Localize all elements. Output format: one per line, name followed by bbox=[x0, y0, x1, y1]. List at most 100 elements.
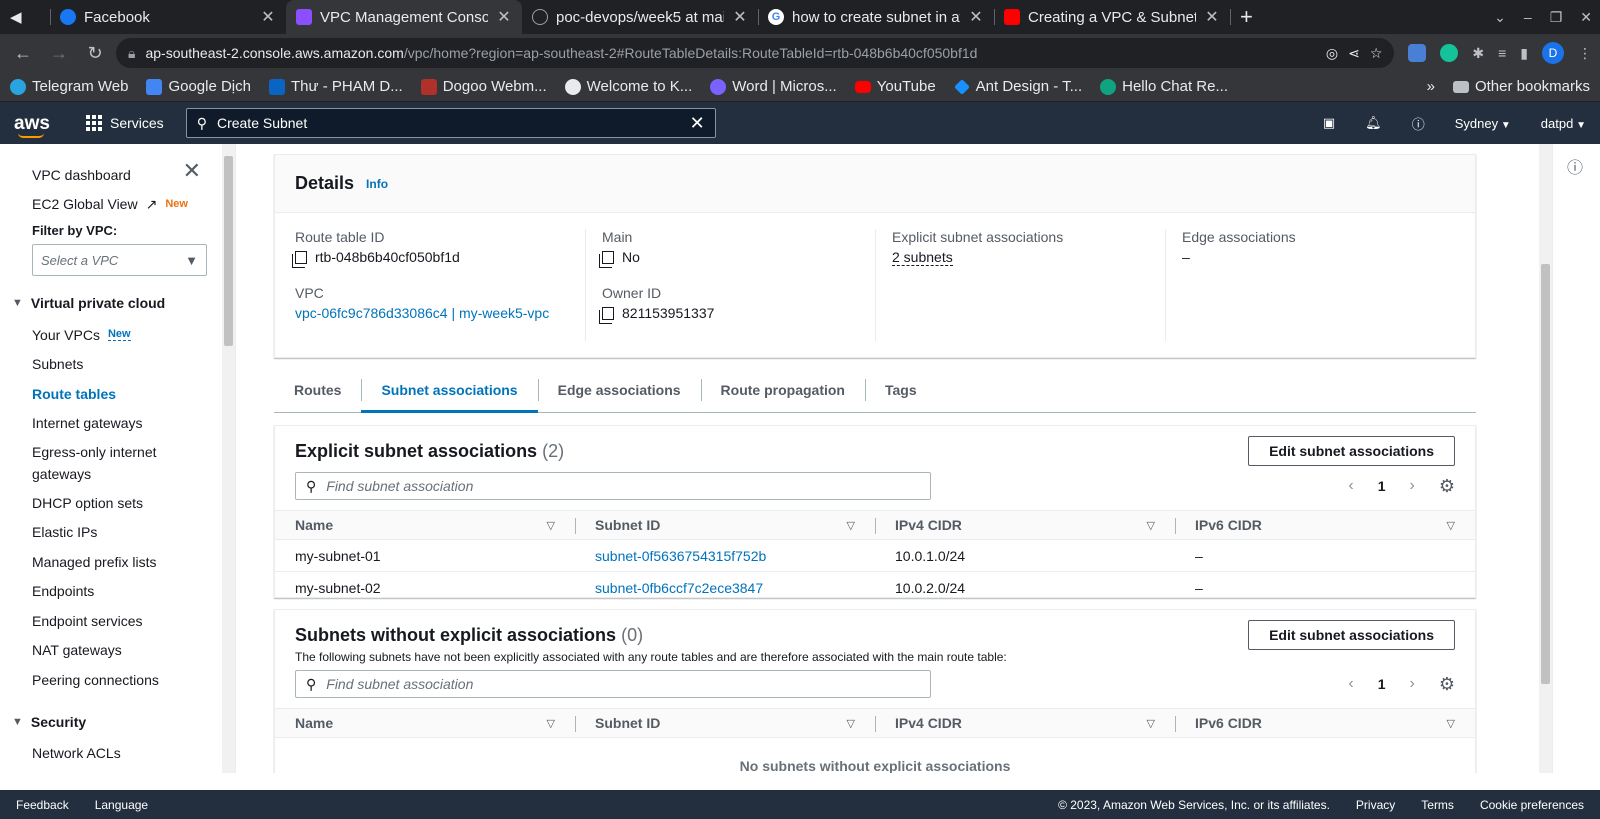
edit-subnet-associations-button[interactable]: Edit subnet associations bbox=[1248, 620, 1455, 650]
sidebar-section-vpc[interactable]: ▼ Virtual private cloud bbox=[0, 286, 235, 320]
subnet-id-link[interactable]: subnet-0fb6ccf7c2ece3847 bbox=[595, 580, 763, 596]
sidebar-item-managed-prefix-lists[interactable]: Managed prefix lists bbox=[0, 547, 235, 577]
sidebar-item-elastic-ips[interactable]: Elastic IPs bbox=[0, 518, 235, 548]
scrollbar-thumb[interactable] bbox=[1541, 264, 1550, 684]
new-tab-button[interactable]: + bbox=[1230, 0, 1270, 34]
language-selector[interactable]: Language bbox=[95, 798, 148, 812]
browser-tab[interactable]: poc-devops/week5 at main ✕ bbox=[522, 0, 758, 34]
other-bookmarks[interactable]: Other bookmarks bbox=[1452, 78, 1590, 95]
services-menu-button[interactable]: Services bbox=[86, 115, 164, 131]
reload-icon[interactable]: ↻ bbox=[80, 43, 110, 64]
sidebar-item-endpoints[interactable]: Endpoints bbox=[0, 577, 235, 607]
close-sidebar-icon[interactable]: ✕ bbox=[183, 158, 201, 184]
sidebar-item-egress-only-gateways[interactable]: Egress-only internet gateways bbox=[0, 438, 235, 488]
next-page-icon[interactable]: › bbox=[1410, 477, 1415, 495]
bookmark[interactable]: Dogoo Webm... bbox=[420, 78, 547, 95]
edit-subnet-associations-button[interactable]: Edit subnet associations bbox=[1248, 436, 1455, 466]
sidebar-item-nat-gateways[interactable]: NAT gateways bbox=[0, 636, 235, 666]
puzzle-icon[interactable]: ✱ bbox=[1472, 45, 1484, 62]
close-tab-icon[interactable]: ✕ bbox=[260, 7, 276, 27]
account-menu[interactable]: datpd bbox=[1541, 116, 1586, 131]
close-window-icon[interactable]: ✕ bbox=[1580, 9, 1592, 26]
sidebar-item-peering-connections[interactable]: Peering connections bbox=[0, 665, 235, 695]
plus-icon[interactable]: + bbox=[1240, 4, 1253, 30]
current-page[interactable]: 1 bbox=[1378, 676, 1386, 692]
main-scrollbar[interactable] bbox=[1539, 144, 1552, 773]
terms-link[interactable]: Terms bbox=[1421, 798, 1454, 812]
clear-search-icon[interactable]: ✕ bbox=[690, 113, 705, 134]
column-header-ipv6-cidr[interactable]: IPv6 CIDR ▽ bbox=[1175, 709, 1475, 737]
restore-icon[interactable]: ❐ bbox=[1550, 9, 1563, 26]
cloudshell-icon[interactable]: ▣ bbox=[1323, 115, 1335, 131]
sidebar-item-internet-gateways[interactable]: Internet gateways bbox=[0, 409, 235, 439]
menu-kebab-icon[interactable]: ⋮ bbox=[1578, 45, 1592, 62]
tab-mute[interactable]: ◀ bbox=[0, 0, 50, 34]
prev-page-icon[interactable]: ‹ bbox=[1348, 675, 1353, 693]
cookie-preferences-link[interactable]: Cookie preferences bbox=[1480, 798, 1584, 812]
find-subnet-association-input[interactable]: ⚲ Find subnet association bbox=[295, 670, 931, 698]
bookmark[interactable]: YouTube bbox=[854, 78, 936, 95]
tab-route-propagation[interactable]: Route propagation bbox=[700, 367, 865, 412]
sidebar-scrollbar[interactable] bbox=[222, 144, 235, 773]
sidebar-item-endpoint-services[interactable]: Endpoint services bbox=[0, 606, 235, 636]
forward-icon[interactable]: → bbox=[44, 43, 74, 64]
explicit-associations-popover[interactable]: 2 subnets bbox=[892, 249, 953, 266]
tab-edge-associations[interactable]: Edge associations bbox=[537, 367, 701, 412]
sort-icon[interactable]: ▽ bbox=[1147, 717, 1155, 730]
sidebar-section-security[interactable]: ▼ Security bbox=[0, 705, 235, 739]
reading-list-icon[interactable]: ≡ bbox=[1498, 45, 1506, 61]
sidebar-item-route-tables[interactable]: Route tables bbox=[0, 379, 235, 409]
sidebar-item-dhcp-option-sets[interactable]: DHCP option sets bbox=[0, 488, 235, 518]
copy-icon[interactable] bbox=[599, 306, 614, 324]
lock-icon[interactable]: 🔒︎ bbox=[128, 45, 135, 62]
aws-logo[interactable]: aws bbox=[14, 114, 54, 138]
copy-icon[interactable] bbox=[599, 250, 614, 268]
sidebar-item-subnets[interactable]: Subnets bbox=[0, 350, 235, 380]
column-header-ipv4-cidr[interactable]: IPv4 CIDR ▽ bbox=[875, 709, 1175, 737]
sort-icon[interactable]: ▽ bbox=[847, 519, 855, 532]
region-selector[interactable]: Sydney bbox=[1455, 116, 1511, 131]
aws-search-box[interactable]: ⚲ ✕ bbox=[185, 108, 716, 138]
close-tab-icon[interactable]: ✕ bbox=[1204, 7, 1220, 27]
bookmark[interactable]: Google Dịch bbox=[146, 78, 251, 95]
help-icon[interactable]: ⓘ bbox=[1412, 114, 1425, 133]
sort-icon[interactable]: ▽ bbox=[547, 519, 555, 532]
sidebar-item-network-acls[interactable]: Network ACLs bbox=[0, 739, 235, 769]
grammarly-icon[interactable] bbox=[1440, 44, 1459, 62]
tab-tags[interactable]: Tags bbox=[864, 367, 937, 412]
gear-icon[interactable]: ⚙ bbox=[1439, 674, 1455, 695]
bookmark[interactable]: Hello Chat Re... bbox=[1100, 78, 1228, 95]
scrollbar-thumb[interactable] bbox=[224, 156, 233, 346]
close-tab-icon[interactable]: ✕ bbox=[496, 7, 512, 27]
bookmark[interactable]: Word | Micros... bbox=[710, 78, 837, 95]
side-panel-icon[interactable]: ▮ bbox=[1520, 45, 1528, 62]
browser-tab[interactable]: G how to create subnet in aws ✕ bbox=[758, 0, 994, 34]
bookmark[interactable]: Thư - PHAM D... bbox=[268, 78, 403, 95]
sort-icon[interactable]: ▽ bbox=[1447, 519, 1455, 532]
browser-tab[interactable]: Creating a VPC & Subnets ✕ bbox=[994, 0, 1230, 34]
info-link[interactable]: Info bbox=[366, 177, 388, 191]
subnet-id-link[interactable]: subnet-0f5636754315f752b bbox=[595, 548, 766, 564]
find-subnet-association-input[interactable]: ⚲ Find subnet association bbox=[295, 472, 931, 500]
more-bookmarks-icon[interactable]: » bbox=[1427, 78, 1435, 95]
sidebar-item-your-vpcs[interactable]: Your VPCs New bbox=[0, 320, 235, 350]
close-tab-icon[interactable]: ✕ bbox=[732, 7, 748, 27]
bookmark[interactable]: Ant Design - T... bbox=[953, 78, 1082, 95]
column-header-name[interactable]: Name ▽ bbox=[275, 511, 575, 539]
url-text[interactable]: ap-southeast-2.console.aws.amazon.com/vp… bbox=[145, 45, 1315, 61]
column-header-subnet-id[interactable]: Subnet ID ▽ bbox=[575, 709, 875, 737]
browser-tab[interactable]: Facebook ✕ bbox=[50, 0, 286, 34]
speaker-icon[interactable]: ◀ bbox=[10, 8, 22, 26]
bookmark[interactable]: Telegram Web bbox=[10, 78, 128, 95]
prev-page-icon[interactable]: ‹ bbox=[1348, 477, 1353, 495]
sort-icon[interactable]: ▽ bbox=[1447, 717, 1455, 730]
sort-icon[interactable]: ▽ bbox=[847, 717, 855, 730]
bookmark-star-icon[interactable]: ☆ bbox=[1370, 45, 1383, 62]
current-page[interactable]: 1 bbox=[1378, 478, 1386, 494]
tab-subnet-associations[interactable]: Subnet associations bbox=[361, 367, 538, 413]
google-lens-icon[interactable]: ◎ bbox=[1326, 45, 1338, 62]
browser-tab-active[interactable]: VPC Management Console ✕ bbox=[286, 0, 522, 34]
close-tab-icon[interactable]: ✕ bbox=[968, 7, 984, 27]
notifications-bell-icon[interactable]: 🔔︎ bbox=[1365, 115, 1382, 131]
sidebar-item-ec2-global-view[interactable]: EC2 Global View ↗ New bbox=[0, 190, 235, 220]
